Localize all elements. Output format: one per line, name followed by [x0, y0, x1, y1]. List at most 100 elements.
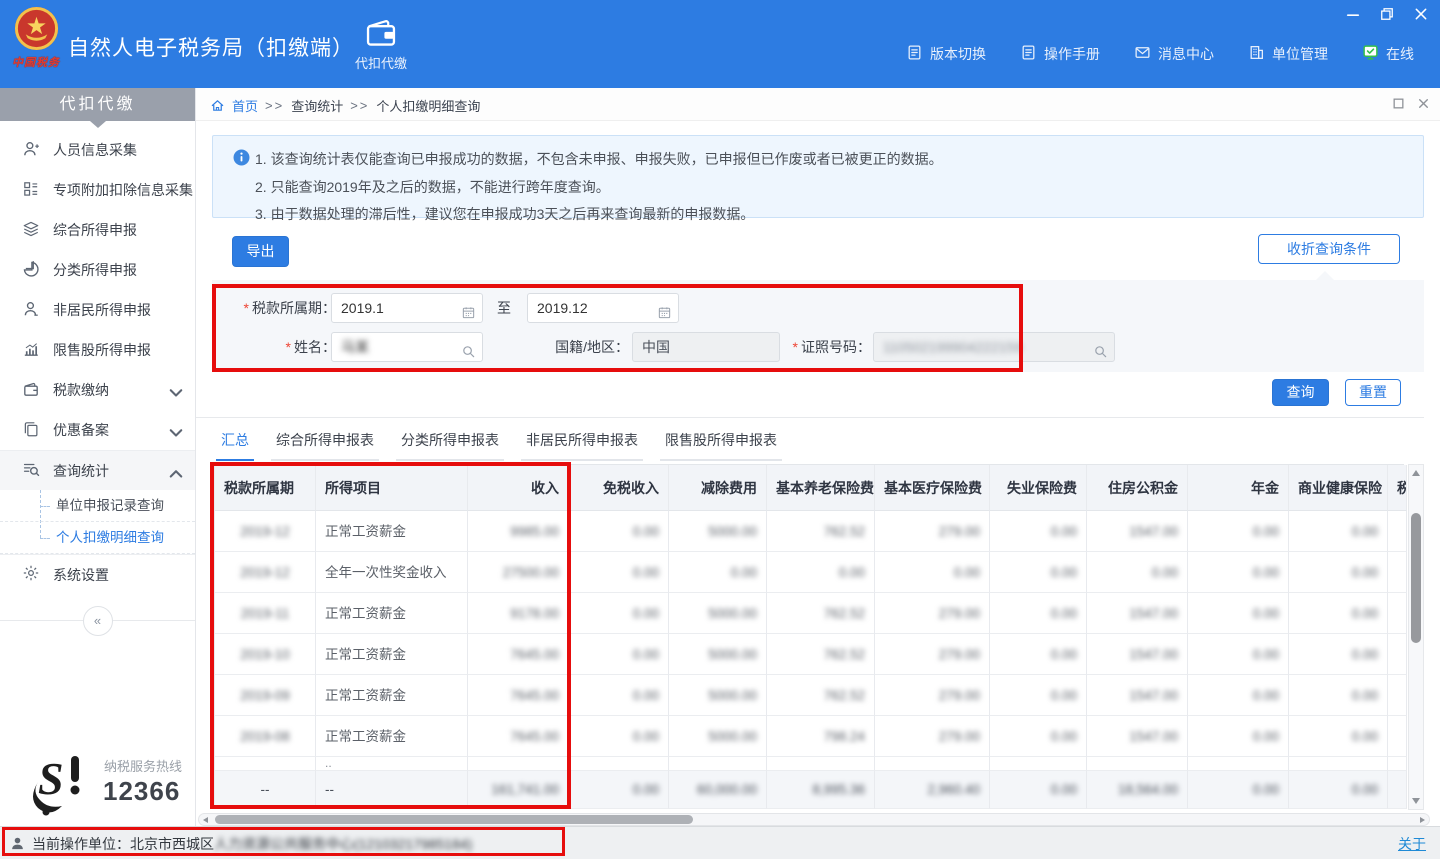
sidebar: 代扣代缴 人员信息采集专项附加扣除信息采集综合所得申报分类所得申报非居民所得申报…	[0, 88, 196, 826]
sidebar-subitem-unit-declare-record-query[interactable]: 单位申报记录查询	[0, 490, 195, 522]
sidebar-item-settings[interactable]: 系统设置	[0, 554, 195, 594]
table-cell: 正常工资薪金	[316, 675, 468, 716]
minimize-button[interactable]	[1346, 7, 1360, 21]
sidebar-item-personnel-info[interactable]: 人员信息采集	[0, 130, 195, 170]
period-end-input[interactable]: 2019.12	[527, 293, 679, 323]
sidebar-item-special-deduction[interactable]: 专项附加扣除信息采集	[0, 170, 195, 210]
sidebar-item-preferential-filing[interactable]: 优惠备案	[0, 410, 195, 450]
cell-value: 0.00	[1352, 688, 1378, 703]
calendar-icon[interactable]	[461, 301, 476, 316]
document-icon	[1020, 44, 1037, 64]
cert-number-input[interactable]: 110502199904222159	[873, 332, 1115, 362]
panel-maximize-icon[interactable]	[1392, 97, 1405, 110]
tab-restricted[interactable]: 限售股所得申报表	[660, 430, 782, 461]
table-cell: 2019-12	[215, 511, 316, 552]
breadcrumb-home[interactable]: 首页	[232, 96, 258, 115]
table-cell: 0.00	[569, 634, 669, 675]
window-controls	[1346, 7, 1428, 21]
sidebar-subitem-personal-withholding-detail-query[interactable]: 个人扣缴明细查询	[0, 522, 195, 554]
table-cell	[215, 757, 316, 771]
cell-value: 0.00	[633, 688, 659, 703]
period-label: *税款所属期：	[220, 293, 336, 323]
cell-value: 0.00	[954, 565, 980, 580]
online-monitor-icon	[1362, 44, 1379, 64]
period-start-input[interactable]: 2019.1	[331, 293, 483, 323]
table-cell: 0.00	[990, 511, 1087, 552]
sidebar-item-classified-income[interactable]: 分类所得申报	[0, 250, 195, 290]
cell-value: 7645.00	[510, 729, 559, 744]
tab-classified[interactable]: 分类所得申报表	[396, 430, 504, 461]
search-icon[interactable]	[461, 340, 476, 355]
panel-controls	[1392, 97, 1430, 110]
collapse-query-button[interactable]: 收折查询条件	[1258, 234, 1400, 264]
cell-value: 18,564.00	[1118, 782, 1178, 797]
horizontal-scroll-thumb[interactable]	[215, 815, 693, 824]
scroll-up-arrow[interactable]	[1412, 470, 1420, 476]
comprehensive-income-icon	[22, 220, 40, 241]
column-header-2: 收入	[468, 465, 569, 511]
cell-value: 0.00	[1352, 647, 1378, 662]
table-cell: 279.00	[875, 511, 990, 552]
calendar-icon[interactable]	[657, 301, 672, 316]
name-input[interactable]: 马某	[331, 332, 483, 362]
cell-value: 1547.00	[1129, 647, 1178, 662]
sidebar-item-nonresident-income[interactable]: 非居民所得申报	[0, 290, 195, 330]
home-icon	[210, 98, 225, 113]
tab-summary[interactable]: 汇总	[216, 430, 254, 461]
vertical-scroll-thumb[interactable]	[1411, 513, 1421, 643]
export-button[interactable]: 导出	[232, 236, 289, 267]
tab-comprehensive[interactable]: 综合所得申报表	[271, 430, 379, 461]
restore-button[interactable]	[1380, 7, 1394, 21]
cell-value: 5000.00	[708, 647, 757, 662]
table-cell: 5000.00	[669, 634, 767, 675]
nationality-input[interactable]: 中国	[632, 332, 780, 362]
panel-close-icon[interactable]	[1417, 97, 1430, 110]
table-cell: ..	[316, 757, 468, 771]
table-cell: 正常工资薪金	[316, 716, 468, 757]
table-cell: 0.00	[569, 552, 669, 593]
unit-masked-text: 人力资源公共服务中心(12103217985184)	[214, 836, 472, 852]
reset-button[interactable]: 重置	[1345, 379, 1401, 406]
hotline-number: 12366	[103, 776, 180, 807]
cell-value: 0.00	[633, 782, 659, 797]
scroll-right-arrow[interactable]	[1420, 817, 1425, 823]
cell-value: 0.00	[731, 565, 757, 580]
close-window-button[interactable]	[1414, 7, 1428, 21]
header-menu-manual[interactable]: 操作手册	[1020, 44, 1100, 64]
table-row: 2019-10正常工资薪金7645.000.005000.00762.52279…	[215, 634, 1404, 675]
sidebar-item-restricted-shares[interactable]: 限售股所得申报	[0, 330, 195, 370]
nonresident-income-icon	[22, 300, 40, 321]
table-cell	[1388, 771, 1407, 809]
about-link[interactable]: 关于	[1398, 834, 1426, 854]
required-mark: *	[286, 339, 291, 355]
sidebar-item-tax-payment[interactable]: 税款缴纳	[0, 370, 195, 410]
module-tab-label: 代扣代缴	[345, 53, 417, 72]
module-tab-withholding[interactable]: 代扣代缴	[345, 18, 417, 72]
horizontal-scrollbar[interactable]	[198, 813, 1430, 826]
scroll-down-arrow[interactable]	[1412, 798, 1420, 804]
table-cell: 正常工资薪金	[316, 593, 468, 634]
emblem-icon	[13, 5, 60, 52]
sidebar-item-comprehensive-income[interactable]: 综合所得申报	[0, 210, 195, 250]
vertical-scrollbar[interactable]	[1408, 464, 1424, 810]
tab-nonresident[interactable]: 非居民所得申报表	[521, 430, 643, 461]
table-cell	[990, 757, 1087, 771]
header-menu-online-status[interactable]: 在线	[1362, 44, 1414, 64]
sidebar-collapse-button[interactable]: «	[83, 606, 113, 636]
query-button[interactable]: 查询	[1272, 379, 1329, 406]
header-menu-version-switch[interactable]: 版本切换	[906, 44, 986, 64]
table-cell	[1388, 675, 1407, 716]
header-menu-message-center[interactable]: 消息中心	[1134, 44, 1214, 64]
table-cell: 0.00	[1289, 552, 1388, 593]
cert-number-label: *证照号码：	[784, 332, 871, 362]
table-cell: 5000.00	[669, 511, 767, 552]
main-content: 首页 >> 查询统计 >> 个人扣缴明细查询 1. 该查询统计表仅能查询已申报成…	[196, 88, 1440, 826]
header-menu-unit-management[interactable]: 单位管理	[1248, 44, 1328, 64]
scroll-left-arrow[interactable]	[203, 817, 208, 823]
table-cell: 7645.00	[468, 716, 569, 757]
notice-box: 1. 该查询统计表仅能查询已申报成功的数据，不包含未申报、申报失败，已申报但已作…	[212, 135, 1424, 218]
search-icon[interactable]	[1093, 340, 1108, 355]
sidebar-item-query-statistics[interactable]: 查询统计	[0, 450, 195, 490]
table-cell: 0.00	[1289, 771, 1388, 809]
header-menu-label: 操作手册	[1044, 44, 1100, 64]
